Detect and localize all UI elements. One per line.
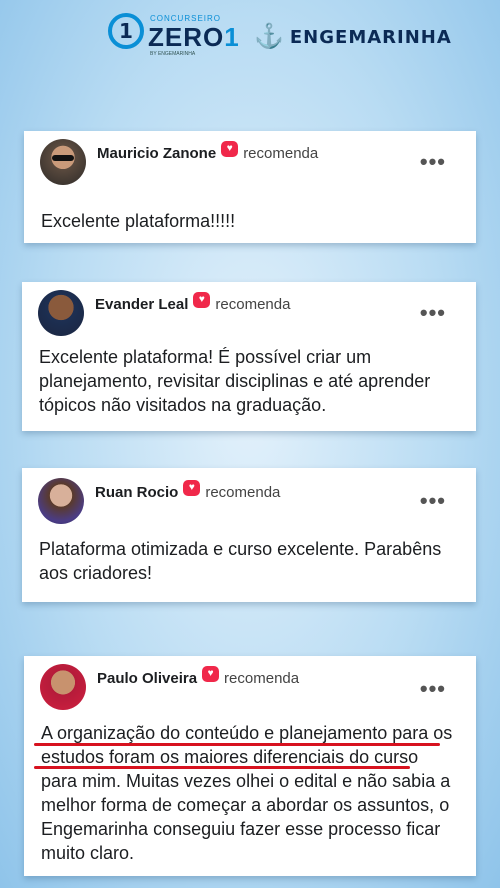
reviewer-name[interactable]: Evander Leal <box>95 296 188 313</box>
sunglasses <box>52 155 74 161</box>
recommend-label: recomenda <box>215 296 291 313</box>
more-options-icon[interactable]: ••• <box>420 676 446 702</box>
review-text: Excelente plataforma!!!!! <box>41 211 236 231</box>
recommend-icon: ♥ <box>202 665 220 682</box>
highlight-underline <box>34 743 440 746</box>
more-options-icon[interactable]: ••• <box>420 149 446 175</box>
recommend-label: recomenda <box>205 484 281 501</box>
logo-ring: 1 <box>108 13 144 49</box>
reviewer-name[interactable]: Ruan Rocio <box>95 484 178 501</box>
header: 1 CONCURSEIRO ZERO1 BY ENGEMARINHA ⚓ ENG… <box>0 0 500 70</box>
avatar[interactable] <box>40 139 86 185</box>
recommend-icon: ♥ <box>193 291 211 308</box>
more-options-icon[interactable]: ••• <box>420 488 446 514</box>
reviewer-line: Evander Leal ♥ recomenda <box>95 291 291 313</box>
recommend-icon: ♥ <box>221 140 239 157</box>
avatar[interactable] <box>40 664 86 710</box>
logo-tiny-text: BY ENGEMARINHA <box>150 51 196 57</box>
recommend-icon: ♥ <box>183 479 201 496</box>
review-card: Paulo Oliveira ♥ recomenda ••• A organiz… <box>24 656 476 876</box>
recommend-label: recomenda <box>224 670 300 687</box>
avatar[interactable] <box>38 478 84 524</box>
anchor-icon: ⚓ <box>254 23 284 50</box>
highlight-underline <box>34 766 410 769</box>
reviewer-name[interactable]: Paulo Oliveira <box>97 670 197 687</box>
reviewer-line: Paulo Oliveira ♥ recomenda <box>97 665 300 687</box>
review-text: Excelente plataforma! É possível criar u… <box>39 347 431 415</box>
engemarinha-logo: ⚓ ENGEMARINHA <box>254 22 452 52</box>
concurseiro-zero1-logo: 1 CONCURSEIRO ZERO1 BY ENGEMARINHA <box>108 10 239 57</box>
avatar[interactable] <box>38 290 84 336</box>
reviewer-line: Ruan Rocio ♥ recomenda <box>95 479 281 501</box>
review-card: Ruan Rocio ♥ recomenda ••• Plataforma ot… <box>22 468 476 602</box>
review-card: Mauricio Zanone ♥ recomenda ••• Excelent… <box>24 131 476 243</box>
engemarinha-brand: ENGEMARINHA <box>289 26 452 48</box>
reviewer-line: Mauricio Zanone ♥ recomenda <box>97 140 319 162</box>
review-text: Plataforma otimizada e curso excelente. … <box>39 539 442 583</box>
reviewer-name[interactable]: Mauricio Zanone <box>97 145 216 162</box>
logo-big-text: ZERO1 <box>148 22 240 52</box>
recommend-label: recomenda <box>243 145 319 162</box>
review-card: Evander Leal ♥ recomenda ••• Excelente p… <box>22 282 476 431</box>
more-options-icon[interactable]: ••• <box>420 300 446 326</box>
